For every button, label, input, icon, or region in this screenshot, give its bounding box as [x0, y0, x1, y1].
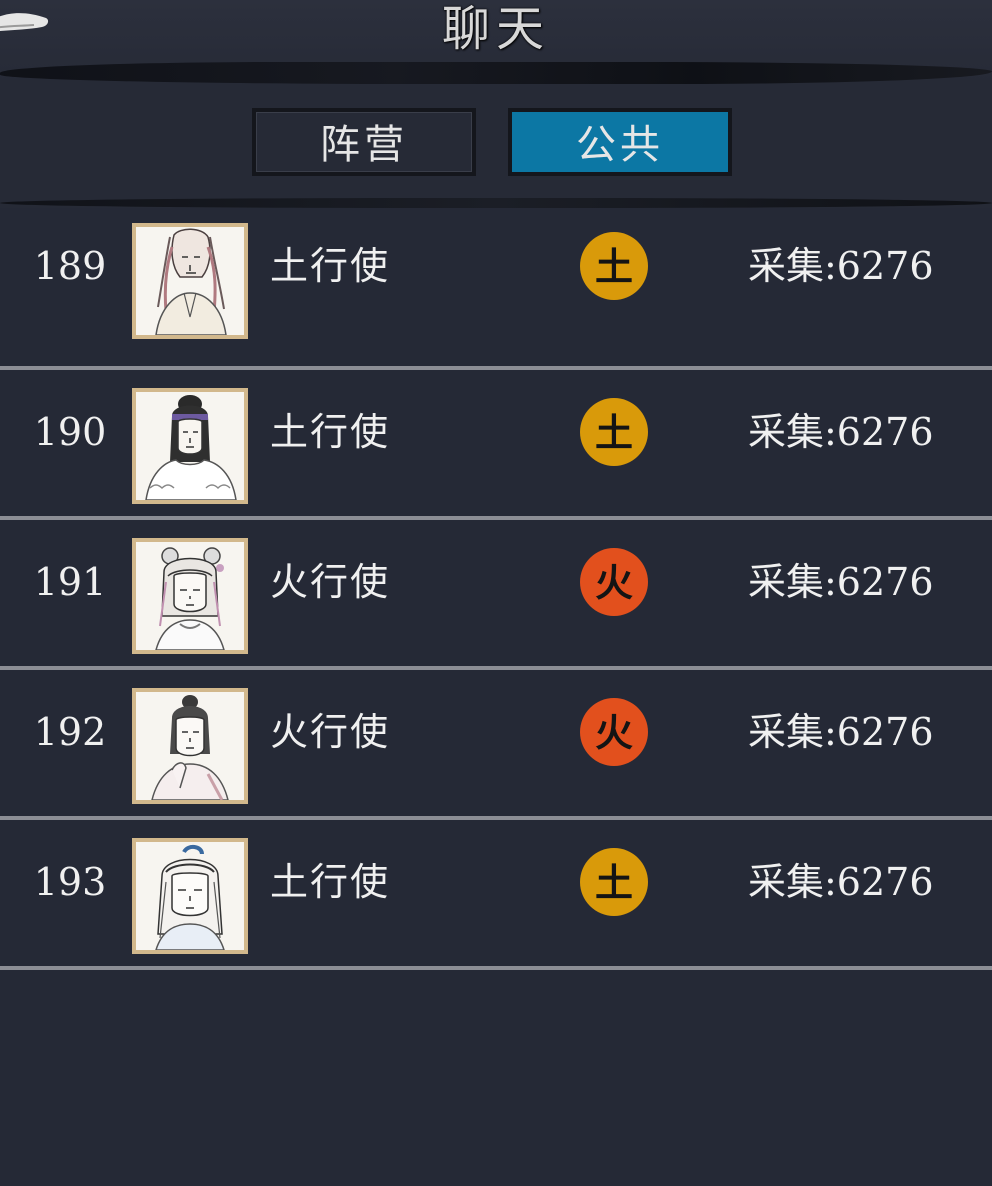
fire-element-badge: 火 — [580, 698, 648, 766]
rank-number: 192 — [33, 710, 107, 754]
tab-brush-divider — [0, 198, 992, 208]
header-brush-divider — [0, 62, 992, 84]
list-item[interactable]: 190 土行使 土 采集:6276 — [0, 370, 992, 520]
tab-bar: 阵营 公共 — [0, 86, 992, 208]
role-name: 土行使 — [270, 410, 391, 454]
earth-element-badge: 土 — [580, 398, 648, 466]
rank-number: 190 — [33, 410, 107, 454]
rank-number: 189 — [33, 244, 107, 288]
role-name: 土行使 — [270, 860, 391, 904]
fur-collar-woman-portrait-icon — [132, 388, 248, 504]
earth-element-badge: 土 — [580, 848, 648, 916]
ranking-list: 189 土行使 土 采集:6276 190 土行使 土 采集:6276 191 … — [0, 220, 992, 970]
list-item[interactable]: 192 火行使 火 采集:6276 — [0, 670, 992, 820]
gather-stat: 采集:6276 — [748, 860, 934, 904]
fire-element-badge: 火 — [580, 548, 648, 616]
role-name: 火行使 — [270, 710, 391, 754]
role-name: 土行使 — [270, 244, 391, 288]
tab-camp[interactable]: 阵营 — [252, 108, 476, 176]
header-bar: 聊天 — [0, 0, 992, 86]
rank-number: 193 — [33, 860, 107, 904]
list-item[interactable]: 191 火行使 火 采集:6276 — [0, 520, 992, 670]
topknot-youth-portrait-icon — [132, 838, 248, 954]
hair-ornament-girl-portrait-icon — [132, 538, 248, 654]
gather-stat: 采集:6276 — [748, 244, 934, 288]
list-item[interactable]: 193 土行使 土 采集:6276 — [0, 820, 992, 970]
rank-number: 191 — [33, 560, 107, 604]
page-title: 聊天 — [441, 1, 550, 57]
gather-stat: 采集:6276 — [748, 710, 934, 754]
tab-public[interactable]: 公共 — [508, 108, 732, 176]
gather-stat: 采集:6276 — [748, 410, 934, 454]
role-name: 火行使 — [270, 560, 391, 604]
long-haired-man-portrait-icon — [132, 223, 248, 339]
chat-screen: 聊天 阵营 公共 189 土行使 土 采集:6276 190 土行使 土 采集:… — [0, 0, 992, 1186]
gather-stat: 采集:6276 — [748, 560, 934, 604]
list-item[interactable]: 189 土行使 土 采集:6276 — [0, 220, 992, 370]
earth-element-badge: 土 — [580, 232, 648, 300]
ponytail-man-portrait-icon — [132, 688, 248, 804]
row-divider — [0, 966, 992, 970]
